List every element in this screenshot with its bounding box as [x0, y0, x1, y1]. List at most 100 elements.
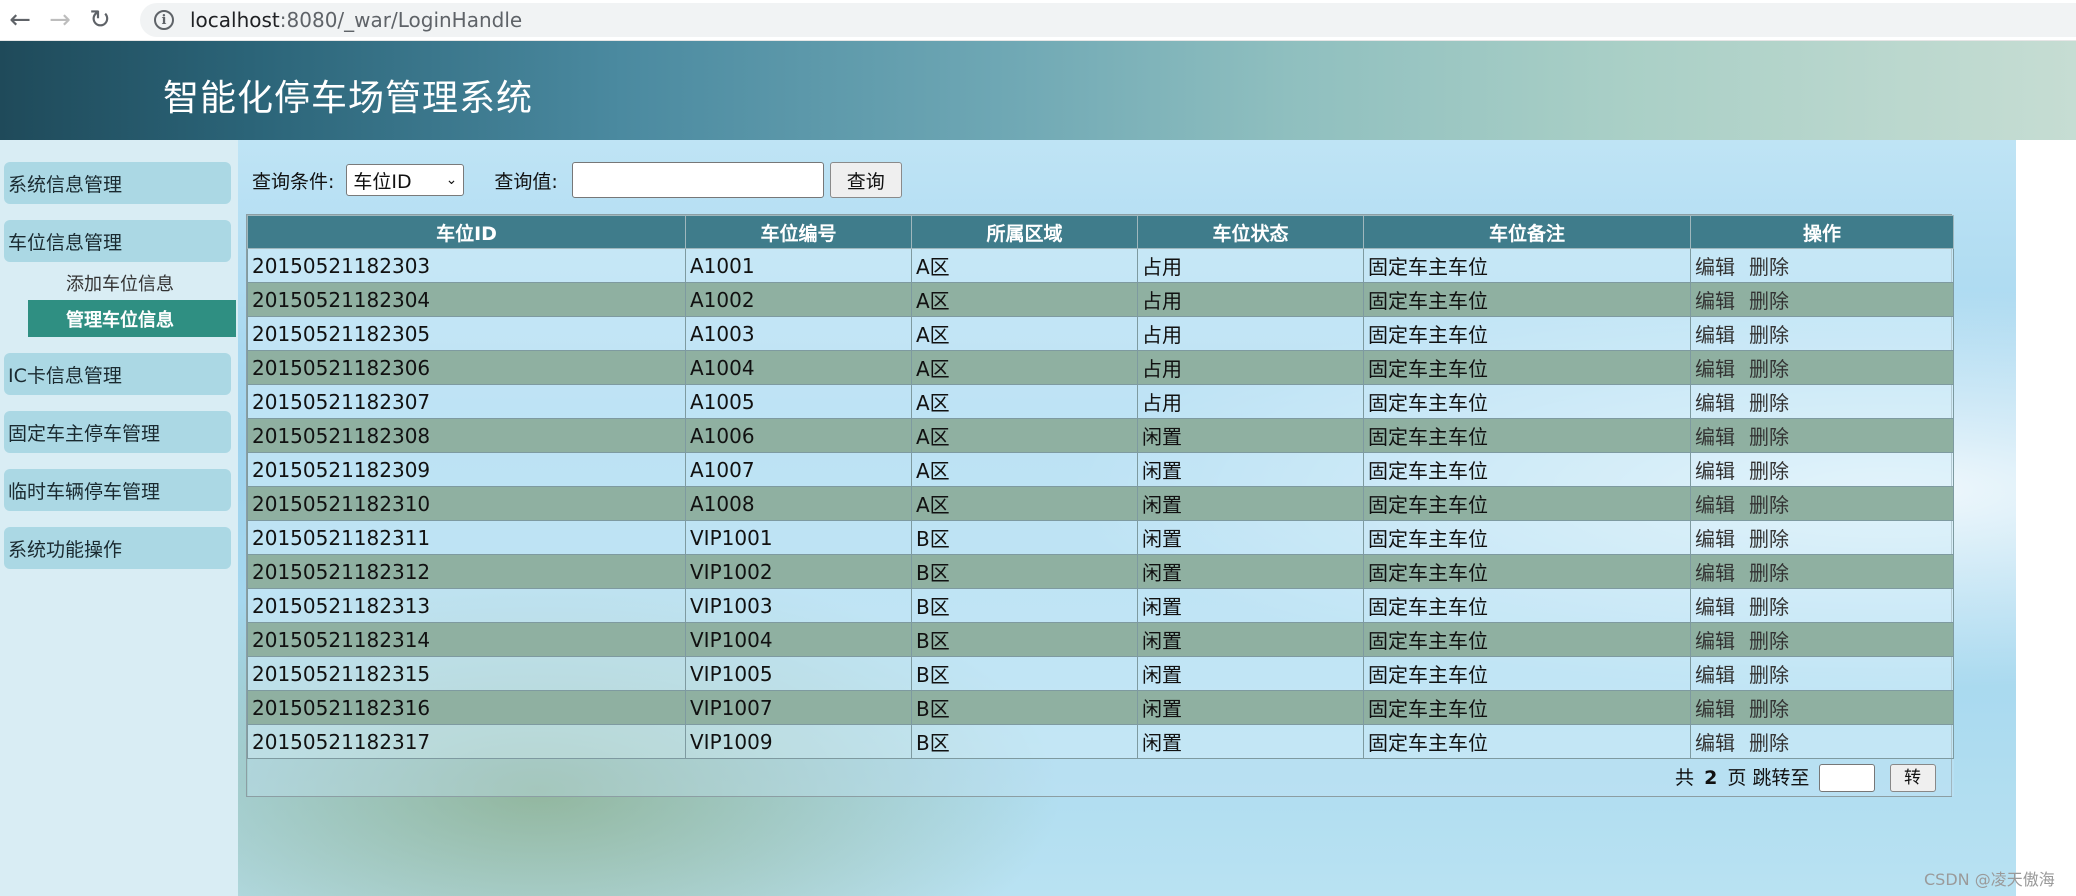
cell-space-id: 20150521182304: [247, 282, 686, 317]
cell-remark: 固定车主车位: [1363, 248, 1691, 283]
edit-link[interactable]: 编辑: [1695, 425, 1735, 449]
forward-arrow-icon[interactable]: →: [40, 0, 80, 40]
info-icon[interactable]: i: [154, 10, 174, 30]
query-condition-select[interactable]: 车位ID ⌄: [346, 164, 465, 196]
edit-link[interactable]: 编辑: [1695, 663, 1735, 687]
sidebar-subitem-add-space[interactable]: 添加车位信息: [66, 270, 174, 296]
sidebar-subitem-manage-space[interactable]: 管理车位信息: [28, 300, 236, 337]
delete-link[interactable]: 删除: [1749, 595, 1789, 619]
cell-actions: 编辑 删除: [1690, 418, 1954, 453]
cell-remark: 固定车主车位: [1363, 452, 1691, 487]
sidebar: 系统信息管理 车位信息管理 添加车位信息 管理车位信息 IC卡信息管理 固定车主…: [0, 140, 238, 896]
edit-link[interactable]: 编辑: [1695, 391, 1735, 415]
parking-space-table: 车位ID 车位编号 所属区域 车位状态 车位备注 操作 201505211823…: [246, 214, 1954, 797]
edit-link[interactable]: 编辑: [1695, 255, 1735, 279]
sidebar-item-fixed-owner-parking[interactable]: 固定车主停车管理: [4, 411, 231, 453]
pager-suffix: 页 跳转至: [1727, 766, 1810, 789]
cell-area: B区: [911, 724, 1138, 759]
edit-link[interactable]: 编辑: [1695, 731, 1735, 755]
cell-remark: 固定车主车位: [1363, 656, 1691, 691]
cell-space-number: A1001: [685, 248, 912, 283]
cell-remark: 固定车主车位: [1363, 622, 1691, 657]
table-row: 20150521182312 VIP1002 B区 闲置 固定车主车位 编辑 删除: [247, 554, 1954, 589]
edit-link[interactable]: 编辑: [1695, 629, 1735, 653]
page-jump-button[interactable]: 转: [1889, 764, 1936, 792]
edit-link[interactable]: 编辑: [1695, 561, 1735, 585]
cell-status: 闲置: [1137, 520, 1364, 555]
pager-row: 共 2 页 跳转至 转: [247, 758, 1954, 796]
query-button[interactable]: 查询: [829, 162, 902, 198]
address-bar[interactable]: i localhost:8080/_war/LoginHandle: [140, 3, 2076, 37]
delete-link[interactable]: 删除: [1749, 289, 1789, 313]
cell-space-number: VIP1003: [685, 588, 912, 623]
cell-remark: 固定车主车位: [1363, 418, 1691, 453]
cell-area: B区: [911, 520, 1138, 555]
watermark: CSDN @凌天傲海: [1924, 870, 2055, 889]
sidebar-item-system-info[interactable]: 系统信息管理: [4, 162, 231, 204]
table-row: 20150521182309 A1007 A区 闲置 固定车主车位 编辑 删除: [247, 452, 1954, 487]
cell-space-number: A1003: [685, 316, 912, 351]
table-row: 20150521182310 A1008 A区 闲置 固定车主车位 编辑 删除: [247, 486, 1954, 521]
cell-space-number: VIP1001: [685, 520, 912, 555]
cell-remark: 固定车主车位: [1363, 486, 1691, 521]
delete-link[interactable]: 删除: [1749, 493, 1789, 517]
cell-space-id: 20150521182309: [247, 452, 686, 487]
delete-link[interactable]: 删除: [1749, 561, 1789, 585]
cell-space-number: VIP1009: [685, 724, 912, 759]
delete-link[interactable]: 删除: [1749, 425, 1789, 449]
back-arrow-icon[interactable]: ←: [0, 0, 40, 40]
query-value-input[interactable]: [571, 162, 824, 198]
edit-link[interactable]: 编辑: [1695, 493, 1735, 517]
cell-area: B区: [911, 656, 1138, 691]
query-condition-label: 查询条件:: [252, 170, 335, 193]
col-header-area: 所属区域: [911, 215, 1138, 249]
delete-link[interactable]: 删除: [1749, 731, 1789, 755]
cell-status: 闲置: [1137, 554, 1364, 589]
delete-link[interactable]: 删除: [1749, 323, 1789, 347]
cell-actions: 编辑 删除: [1690, 316, 1954, 351]
delete-link[interactable]: 删除: [1749, 255, 1789, 279]
table-row: 20150521182306 A1004 A区 占用 固定车主车位 编辑 删除: [247, 350, 1954, 385]
table-row: 20150521182304 A1002 A区 占用 固定车主车位 编辑 删除: [247, 282, 1954, 317]
sidebar-item-ic-card[interactable]: IC卡信息管理: [4, 353, 231, 395]
col-header-space-number: 车位编号: [685, 215, 912, 249]
delete-link[interactable]: 删除: [1749, 391, 1789, 415]
sidebar-item-system-functions[interactable]: 系统功能操作: [4, 527, 231, 569]
edit-link[interactable]: 编辑: [1695, 323, 1735, 347]
cell-remark: 固定车主车位: [1363, 384, 1691, 419]
cell-status: 占用: [1137, 350, 1364, 385]
cell-status: 占用: [1137, 282, 1364, 317]
pager-total-pages: 2: [1704, 766, 1718, 789]
col-header-status: 车位状态: [1137, 215, 1364, 249]
sidebar-item-temp-vehicle-parking[interactable]: 临时车辆停车管理: [4, 469, 231, 511]
query-condition-value: 车位ID: [353, 170, 412, 193]
url-host: localhost: [190, 8, 280, 32]
cell-area: A区: [911, 418, 1138, 453]
cell-area: B区: [911, 622, 1138, 657]
cell-space-id: 20150521182314: [247, 622, 686, 657]
delete-link[interactable]: 删除: [1749, 527, 1789, 551]
cell-status: 闲置: [1137, 656, 1364, 691]
delete-link[interactable]: 删除: [1749, 459, 1789, 483]
delete-link[interactable]: 删除: [1749, 629, 1789, 653]
query-bar: 查询条件: 车位ID ⌄ 查询值: 查询: [252, 162, 902, 198]
cell-area: A区: [911, 316, 1138, 351]
cell-actions: 编辑 删除: [1690, 248, 1954, 283]
cell-space-number: VIP1007: [685, 690, 912, 725]
page-jump-input[interactable]: [1819, 764, 1876, 792]
sidebar-item-space-info[interactable]: 车位信息管理: [4, 220, 231, 262]
edit-link[interactable]: 编辑: [1695, 459, 1735, 483]
cell-status: 占用: [1137, 248, 1364, 283]
delete-link[interactable]: 删除: [1749, 697, 1789, 721]
reload-icon[interactable]: ↻: [80, 0, 120, 40]
cell-area: A区: [911, 452, 1138, 487]
edit-link[interactable]: 编辑: [1695, 289, 1735, 313]
col-header-remark: 车位备注: [1363, 215, 1691, 249]
delete-link[interactable]: 删除: [1749, 663, 1789, 687]
edit-link[interactable]: 编辑: [1695, 357, 1735, 381]
delete-link[interactable]: 删除: [1749, 357, 1789, 381]
edit-link[interactable]: 编辑: [1695, 595, 1735, 619]
edit-link[interactable]: 编辑: [1695, 527, 1735, 551]
page-right-margin: [2016, 140, 2076, 896]
edit-link[interactable]: 编辑: [1695, 697, 1735, 721]
